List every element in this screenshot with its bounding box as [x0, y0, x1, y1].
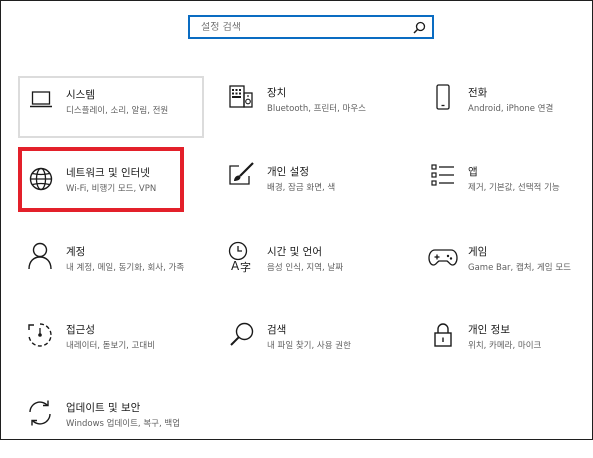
- tile-update-security[interactable]: 업데이트 및 보안 Windows 업데이트, 복구, 백업: [18, 396, 204, 458]
- tile-system[interactable]: 시스템 디스플레이, 소리, 알림, 전원: [18, 76, 204, 138]
- tile-title: 접근성: [66, 324, 95, 336]
- lock-icon: [429, 321, 457, 349]
- tile-title: 검색: [267, 324, 287, 336]
- tile-time-language[interactable]: A 字 시간 및 언어 음성 인식, 지역, 날짜: [221, 237, 407, 299]
- search-icon[interactable]: [412, 20, 426, 34]
- magnifier-icon: [228, 321, 256, 349]
- tile-title: 장치: [267, 87, 287, 99]
- apps-list-icon: [429, 161, 457, 189]
- tile-subtitle: Android, iPhone 연결: [468, 104, 554, 114]
- monitor-icon: [27, 86, 55, 114]
- tile-title: 업데이트 및 보안: [66, 402, 141, 414]
- person-icon: [26, 242, 54, 270]
- tile-title: 네트워크 및 인터넷: [66, 167, 150, 179]
- tile-gaming[interactable]: 게임 Game Bar, 캡처, 게임 모드: [423, 237, 593, 299]
- tile-subtitle: 제거, 기본값, 선택적 기능: [468, 183, 560, 193]
- gamepad-icon: [428, 243, 458, 271]
- search-input[interactable]: [201, 21, 412, 33]
- tile-title: 시간 및 언어: [267, 246, 322, 258]
- tile-subtitle: 내 계정, 메일, 동기화, 회사, 가족: [66, 263, 185, 273]
- tile-subtitle: 위치, 카메라, 마이크: [468, 341, 542, 351]
- globe-icon: [27, 165, 55, 193]
- tile-title: 게임: [468, 246, 488, 258]
- settings-window: 시스템 디스플레이, 소리, 알림, 전원 장치 Bluetooth, 프린터,…: [0, 0, 593, 440]
- tile-accounts[interactable]: 계정 내 계정, 메일, 동기화, 회사, 가족: [18, 237, 204, 299]
- tile-title: 전화: [468, 87, 488, 99]
- phone-icon: [429, 83, 457, 111]
- svg-text:A: A: [231, 259, 240, 273]
- svg-text:字: 字: [240, 260, 251, 273]
- tile-title: 개인 설정: [267, 166, 309, 178]
- tile-subtitle: 내레이터, 돋보기, 고대비: [66, 341, 156, 351]
- tile-apps[interactable]: 앱 제거, 기본값, 선택적 기능: [423, 151, 593, 213]
- tile-personalization[interactable]: 개인 설정 배경, 잠금 화면, 색: [221, 151, 407, 213]
- tile-title: 개인 정보: [468, 324, 510, 336]
- tile-subtitle: Game Bar, 캡처, 게임 모드: [468, 263, 571, 273]
- tile-privacy[interactable]: 개인 정보 위치, 카메라, 마이크: [423, 318, 593, 380]
- ease-of-access-icon: [26, 321, 54, 349]
- tile-title: 시스템: [66, 89, 95, 101]
- tile-search[interactable]: 검색 내 파일 찾기, 사용 권한: [221, 318, 407, 380]
- tile-phone[interactable]: 전화 Android, iPhone 연결: [423, 76, 593, 138]
- search-box[interactable]: [188, 15, 434, 39]
- tile-subtitle: 배경, 잠금 화면, 색: [267, 183, 336, 193]
- tile-title: 계정: [66, 246, 86, 258]
- tile-subtitle: 내 파일 찾기, 사용 권한: [267, 341, 351, 351]
- tile-subtitle: 디스플레이, 소리, 알림, 전원: [66, 106, 169, 116]
- tile-subtitle: Wi-Fi, 비행기 모드, VPN: [66, 184, 157, 194]
- tile-title: 앱: [468, 166, 478, 178]
- tile-subtitle: 음성 인식, 지역, 날짜: [267, 263, 344, 273]
- time-language-icon: A 字: [227, 241, 257, 273]
- keyboard-speaker-icon: [227, 83, 255, 111]
- tile-devices[interactable]: 장치 Bluetooth, 프린터, 마우스: [221, 76, 407, 138]
- tile-network[interactable]: 네트워크 및 인터넷 Wi-Fi, 비행기 모드, VPN: [18, 147, 184, 212]
- sync-icon: [26, 399, 54, 427]
- tile-ease-of-access[interactable]: 접근성 내레이터, 돋보기, 고대비: [18, 318, 204, 380]
- paint-brush-icon: [227, 161, 255, 189]
- tile-subtitle: Bluetooth, 프린터, 마우스: [267, 104, 366, 114]
- tile-subtitle: Windows 업데이트, 복구, 백업: [66, 419, 181, 429]
